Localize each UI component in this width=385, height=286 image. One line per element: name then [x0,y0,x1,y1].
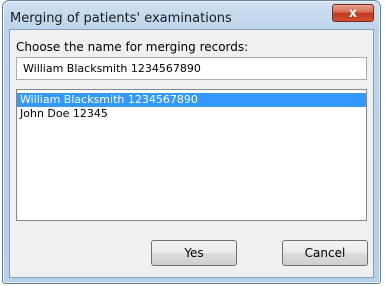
close-button[interactable]: x [332,4,374,22]
window-title: Merging of patients' examinations [10,11,232,26]
title-bar[interactable]: Merging of patients' examinations x [3,1,380,31]
dialog-content: Choose the name for merging records: Wil… [9,29,374,278]
merge-dialog-window: Merging of patients' examinations x Choo… [2,0,381,284]
close-icon: x [348,5,358,21]
list-item-john-doe[interactable]: John Doe 12345 [17,107,366,121]
cancel-button[interactable]: Cancel [282,240,368,266]
yes-button[interactable]: Yes [151,240,237,266]
list-item-william-blacksmith[interactable]: William Blacksmith 1234567890 [17,93,366,107]
merge-name-prompt: Choose the name for merging records: [16,40,249,54]
record-list[interactable]: William Blacksmith 1234567890 John Doe 1… [16,89,367,221]
merge-name-input[interactable] [16,57,367,80]
